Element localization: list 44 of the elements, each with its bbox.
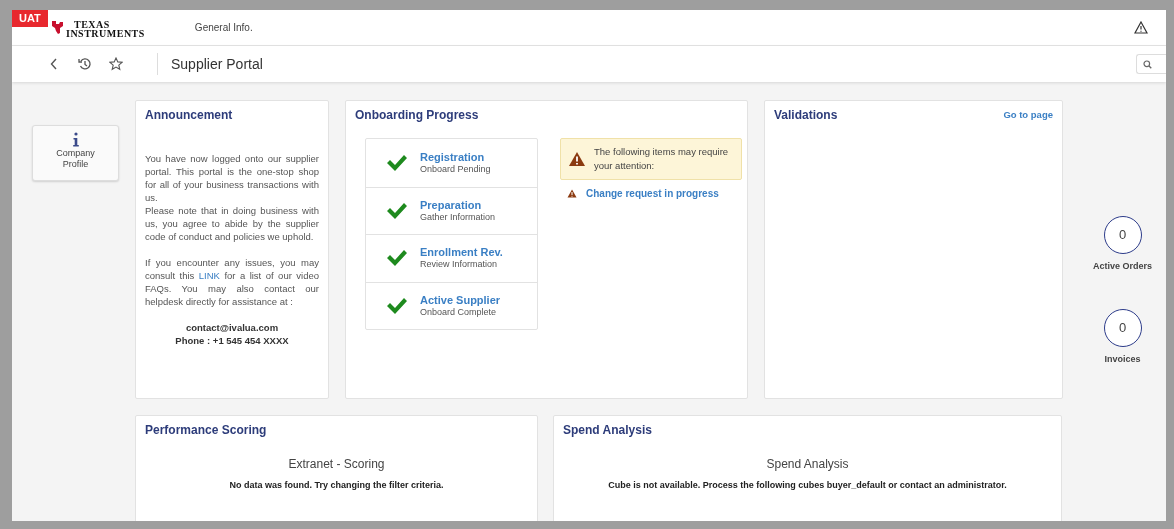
alert-link[interactable]: Change request in progress xyxy=(586,186,719,201)
warning-icon[interactable] xyxy=(1134,21,1148,34)
info-icon xyxy=(71,132,80,147)
menu-item[interactable]: General Info. xyxy=(194,20,253,35)
step-status: Gather Information xyxy=(420,211,496,223)
card-title: Announcement xyxy=(145,107,233,124)
step-link[interactable]: Preparation xyxy=(420,198,496,212)
star-icon[interactable] xyxy=(109,57,123,71)
step-link[interactable]: Enrollment Rev. xyxy=(420,246,503,260)
step-status: Onboard Pending xyxy=(420,163,491,175)
search-field[interactable] xyxy=(1136,54,1166,74)
announcement-text: If you encounter any issues, you may consult this LINK for a list of our video FAQs. You may also contact our helpdesk directly for assistance at : xyxy=(145,256,319,308)
back-icon[interactable] xyxy=(50,58,58,70)
empty-message: No data was found. Try changing the filter criteria. xyxy=(229,479,444,492)
card-title: Spend Analysis xyxy=(563,422,652,439)
card-title: Performance Scoring xyxy=(145,422,267,439)
environment-badge: UAT xyxy=(12,10,48,27)
brand-name: TEXAS xyxy=(73,19,111,29)
faq-link[interactable]: LINK xyxy=(198,270,220,281)
step-link[interactable]: Registration xyxy=(420,150,491,164)
logo-icon xyxy=(50,19,64,34)
counter-label: Active Orders xyxy=(1093,260,1152,273)
counter-label: Invoices xyxy=(1104,352,1141,366)
warning-icon xyxy=(568,151,586,167)
history-icon[interactable] xyxy=(78,57,92,71)
search-icon xyxy=(1143,59,1152,69)
step-status: Review Information xyxy=(420,259,499,271)
warning-icon xyxy=(567,189,577,198)
card-title: Onboarding Progress xyxy=(355,107,479,124)
alert-text: The following items may require your attention: xyxy=(594,145,730,173)
brand-name: INSTRUMENTS xyxy=(66,28,145,38)
step-status: Onboard Complete xyxy=(420,306,498,318)
announcement-text: Please note that in doing business with us, you agree to abide by the supplier code of conduct and policies we uphold. xyxy=(145,204,319,243)
go-to-page-link[interactable]: Go to page xyxy=(1003,107,1053,123)
company-profile-tile[interactable]: Company Profile xyxy=(32,125,119,181)
widget-heading: Spend Analysis xyxy=(766,456,849,473)
step-link[interactable]: Active Supplier xyxy=(420,293,501,307)
page-title: Supplier Portal xyxy=(171,54,263,74)
widget-heading: Extranet - Scoring xyxy=(288,456,385,473)
announcement-text: You have now logged onto our supplier portal. This portal is the one-stop shop for all of your business transactions with us. xyxy=(145,152,319,204)
card-title: Validations xyxy=(774,107,838,124)
empty-message: Cube is not available. Process the following cubes buyer_default or contact an administrator. xyxy=(608,479,1007,492)
contact-email: contact@ivalua.com xyxy=(185,321,279,334)
contact-phone: Phone : +1 545 454 XXXX xyxy=(175,334,289,347)
